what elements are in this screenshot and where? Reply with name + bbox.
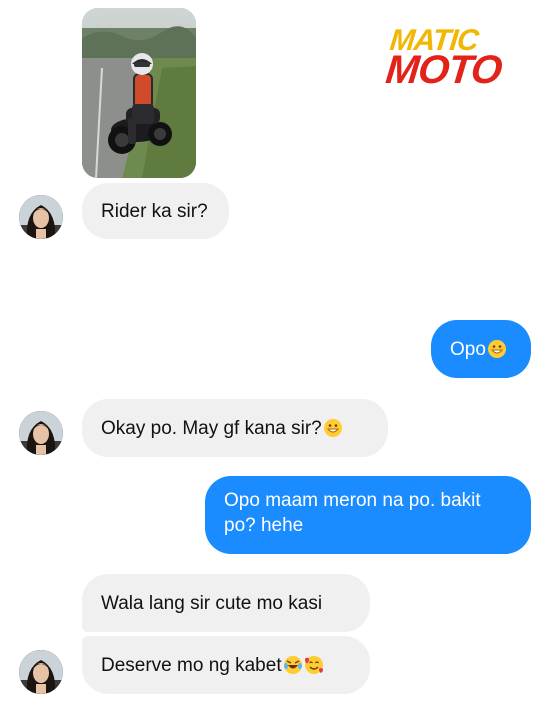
smiling-face-with-hearts-icon bbox=[304, 655, 324, 675]
chat-screen: MATIC MOTO Rider ka sir? Opo Okay po. Ma… bbox=[0, 0, 536, 720]
brand-logo: MATIC MOTO bbox=[383, 24, 504, 92]
message-bubble-outgoing[interactable]: Opo maam meron na po. bakit po? hehe bbox=[205, 476, 531, 554]
logo-line-moto: MOTO bbox=[383, 48, 504, 92]
woman-portrait-icon bbox=[19, 195, 63, 239]
photo-message[interactable] bbox=[82, 8, 196, 178]
message-text: Rider ka sir? bbox=[101, 200, 208, 222]
message-text: Okay po. May gf kana sir? bbox=[101, 417, 322, 439]
message-text: Deserve mo ng kabet bbox=[101, 654, 282, 676]
message-bubble-incoming[interactable]: Rider ka sir? bbox=[82, 183, 229, 239]
message-text: Opo bbox=[450, 338, 486, 360]
grinning-face-icon bbox=[487, 339, 507, 359]
woman-portrait-icon bbox=[19, 411, 63, 455]
sender-avatar[interactable] bbox=[19, 411, 63, 455]
message-text: Wala lang sir cute mo kasi bbox=[101, 592, 323, 614]
message-text: Opo maam meron na po. bakit po? hehe bbox=[224, 490, 481, 536]
motorcycle-rider-photo bbox=[82, 8, 196, 178]
grinning-face-icon bbox=[323, 418, 343, 438]
woman-portrait-icon bbox=[19, 650, 63, 694]
message-bubble-incoming[interactable]: Deserve mo ng kabet bbox=[82, 636, 370, 694]
message-bubble-incoming[interactable]: Okay po. May gf kana sir? bbox=[82, 399, 388, 457]
tears-of-joy-icon bbox=[283, 655, 303, 675]
sender-avatar[interactable] bbox=[19, 650, 63, 694]
message-bubble-incoming[interactable]: Wala lang sir cute mo kasi bbox=[82, 574, 370, 632]
message-bubble-outgoing[interactable]: Opo bbox=[431, 320, 531, 378]
sender-avatar[interactable] bbox=[19, 195, 63, 239]
